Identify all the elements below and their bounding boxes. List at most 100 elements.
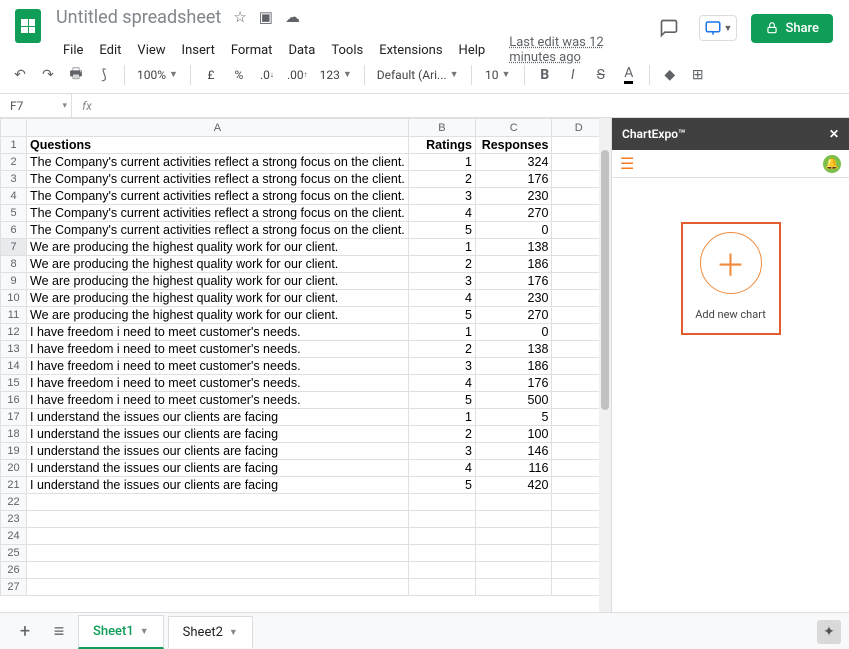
row-header[interactable]: 3 [1,171,27,188]
spreadsheet-grid[interactable]: A B C D1QuestionsRatingsResponses2The Co… [0,118,606,596]
all-sheets-button[interactable]: ≡ [44,621,74,642]
cell[interactable]: Responses [475,137,551,154]
cell[interactable]: 5 [408,477,475,494]
cell[interactable]: 0 [475,324,551,341]
cell[interactable] [552,154,606,171]
cell[interactable]: 1 [408,409,475,426]
cell[interactable]: 3 [408,188,475,205]
sheets-logo[interactable] [8,6,48,46]
cell[interactable]: We are producing the highest quality wor… [27,290,409,307]
row-header[interactable]: 18 [1,426,27,443]
cell[interactable]: I have freedom i need to meet customer's… [27,341,409,358]
cell[interactable]: 3 [408,273,475,290]
row-header[interactable]: 23 [1,511,27,528]
select-all-cell[interactable] [1,119,27,137]
row-header[interactable]: 1 [1,137,27,154]
row-header[interactable]: 24 [1,528,27,545]
cell[interactable]: 1 [408,239,475,256]
cell[interactable]: We are producing the highest quality wor… [27,239,409,256]
row-header[interactable]: 5 [1,205,27,222]
cell[interactable]: We are producing the highest quality wor… [27,307,409,324]
menu-insert[interactable]: Insert [175,39,222,62]
row-header[interactable]: 14 [1,358,27,375]
cell[interactable]: 2 [408,171,475,188]
panel-close-icon[interactable]: ✕ [829,127,839,141]
cell[interactable] [552,239,606,256]
cell[interactable] [552,426,606,443]
cell[interactable] [552,137,606,154]
cell[interactable] [552,562,606,579]
star-icon[interactable]: ☆ [233,8,246,26]
cell[interactable] [552,256,606,273]
bold-button[interactable]: B [533,62,557,88]
cell[interactable] [408,579,475,596]
cell[interactable]: 270 [475,307,551,324]
cell[interactable]: 5 [475,409,551,426]
cell[interactable]: 230 [475,290,551,307]
cell[interactable]: 420 [475,477,551,494]
cell[interactable] [552,443,606,460]
sheet-tab-1[interactable]: Sheet1▼ [78,615,164,649]
comments-icon[interactable] [653,12,685,44]
cell[interactable] [552,290,606,307]
cell[interactable]: I have freedom i need to meet customer's… [27,358,409,375]
cell[interactable] [552,375,606,392]
cell[interactable]: The Company's current activities reflect… [27,222,409,239]
fillcolor-button[interactable]: ◆ [658,62,682,88]
cell[interactable]: 4 [408,290,475,307]
cell[interactable] [408,494,475,511]
cell[interactable]: 146 [475,443,551,460]
increase-decimals-button[interactable]: .00↑ [283,62,312,88]
menu-file[interactable]: File [56,39,90,62]
zoom-select[interactable]: 100%▼ [133,62,182,88]
row-header[interactable]: 27 [1,579,27,596]
explore-button[interactable]: ✦ [817,620,841,644]
cell[interactable]: The Company's current activities reflect… [27,188,409,205]
cell[interactable]: 4 [408,375,475,392]
cell[interactable]: 1 [408,154,475,171]
menu-tools[interactable]: Tools [324,39,370,62]
row-header[interactable]: 11 [1,307,27,324]
cell[interactable]: 270 [475,205,551,222]
currency-button[interactable]: £ [199,62,223,88]
cell[interactable]: Questions [27,137,409,154]
menu-view[interactable]: View [130,39,172,62]
cell[interactable] [552,358,606,375]
cell[interactable]: We are producing the highest quality wor… [27,256,409,273]
add-sheet-button[interactable]: + [10,621,40,642]
menu-extensions[interactable]: Extensions [372,39,449,62]
cell[interactable] [27,562,409,579]
cell[interactable]: I have freedom i need to meet customer's… [27,392,409,409]
row-header[interactable]: 6 [1,222,27,239]
cell[interactable]: 324 [475,154,551,171]
cell[interactable] [552,477,606,494]
cell[interactable] [552,409,606,426]
menu-data[interactable]: Data [281,39,322,62]
cell[interactable] [552,171,606,188]
cell[interactable]: 0 [475,222,551,239]
cell[interactable]: 138 [475,239,551,256]
textcolor-button[interactable]: A [617,62,641,88]
cell[interactable] [552,273,606,290]
cell[interactable] [552,205,606,222]
cell[interactable]: We are producing the highest quality wor… [27,273,409,290]
italic-button[interactable]: I [561,62,585,88]
cell[interactable] [27,528,409,545]
add-new-chart-button[interactable]: ＋ Add new chart [681,222,781,335]
cell[interactable]: 5 [408,307,475,324]
row-header[interactable]: 16 [1,392,27,409]
cell[interactable] [552,392,606,409]
row-header[interactable]: 20 [1,460,27,477]
cell[interactable] [27,579,409,596]
cell[interactable] [552,528,606,545]
cell[interactable] [475,494,551,511]
vertical-scrollbar[interactable] [599,118,611,612]
cell[interactable] [552,324,606,341]
row-header[interactable]: 13 [1,341,27,358]
menu-edit[interactable]: Edit [92,39,128,62]
row-header[interactable]: 7 [1,239,27,256]
row-header[interactable]: 10 [1,290,27,307]
cell[interactable]: 116 [475,460,551,477]
row-header[interactable]: 2 [1,154,27,171]
cell[interactable] [552,307,606,324]
